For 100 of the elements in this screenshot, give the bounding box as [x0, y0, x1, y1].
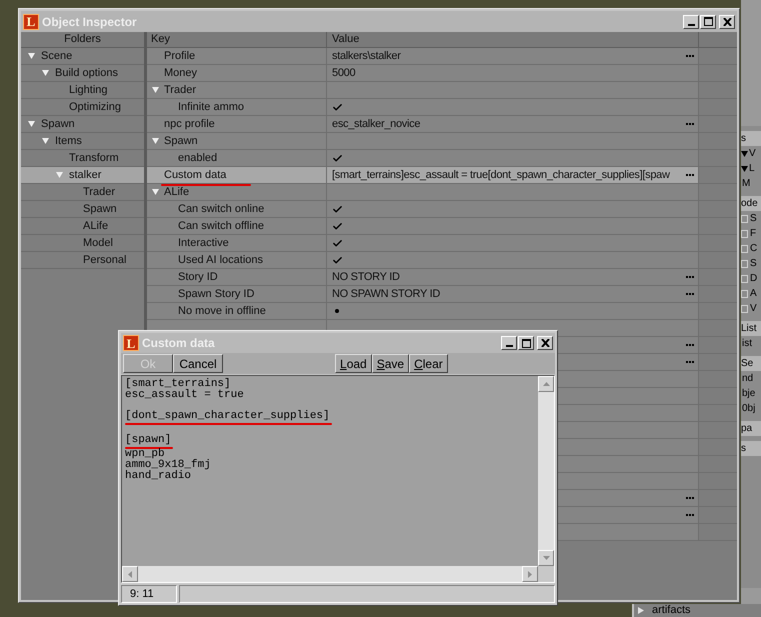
property-key: Trader	[164, 84, 196, 96]
dot-icon[interactable]	[335, 309, 339, 313]
scroll-left-button[interactable]	[122, 566, 138, 582]
window-title: Object Inspector	[42, 14, 137, 30]
property-row[interactable]: Can switch online	[147, 201, 737, 218]
panel-header[interactable]: ode	[741, 196, 761, 211]
property-row[interactable]: Used AI locations	[147, 252, 737, 269]
property-row[interactable]: Interactive	[147, 235, 737, 252]
property-value: [smart_terrains]esc_assault = true[dont_spawn_character_supplies][spaw	[332, 168, 671, 183]
column-header[interactable]: Key	[147, 32, 327, 47]
checkbox-label: S	[750, 212, 757, 226]
panel-header[interactable]: s	[741, 441, 761, 456]
property-row[interactable]: Spawn	[147, 133, 737, 150]
scroll-down-button[interactable]	[538, 550, 554, 566]
property-row[interactable]: Custom data [smart_terrains]esc_assault = true[dont_spawn_character_supplies][spaw	[147, 167, 737, 184]
triangle-down-icon[interactable]	[28, 121, 35, 127]
close-button[interactable]	[537, 336, 553, 350]
checkbox-label: V	[750, 302, 757, 316]
triangle-up-icon	[542, 382, 550, 386]
property-value: esc_stalker_novice	[332, 116, 422, 132]
panel-text: nd	[741, 372, 754, 386]
property-row[interactable]: ALife	[147, 184, 737, 201]
checkmark-icon[interactable]	[332, 152, 343, 164]
checkmark-icon[interactable]	[332, 220, 343, 232]
tree-item[interactable]: artifacts	[652, 605, 691, 616]
property-row[interactable]: Infinite ammo	[147, 99, 737, 116]
column-header[interactable]: Folders	[21, 32, 144, 48]
property-key: Spawn Story ID	[178, 288, 254, 300]
checkbox-label: S	[750, 257, 757, 271]
triangle-down-icon[interactable]	[42, 138, 49, 144]
property-row[interactable]: enabled	[147, 150, 737, 167]
property-key: Story ID	[178, 270, 218, 283]
property-value: 5000	[332, 66, 356, 81]
triangle-down-icon[interactable]	[741, 150, 748, 156]
checkbox[interactable]	[741, 244, 748, 252]
checkbox[interactable]	[741, 230, 748, 238]
triangle-down-icon[interactable]	[28, 53, 35, 59]
scroll-right-button[interactable]	[522, 566, 538, 582]
panel-text: bje	[741, 387, 756, 401]
text-editor[interactable]: [smart_terrains] esc_assault = true [dont_spawn_character_supplies] [spawn] wpn_pb ammo_9x18_fmj hand_radio	[122, 376, 538, 566]
close-icon	[540, 339, 550, 347]
dialog-button[interactable]: Load	[335, 354, 372, 373]
property-key: enabled	[178, 152, 218, 164]
checkmark-icon[interactable]	[332, 204, 343, 214]
code-line: ammo_9x18_fmj	[125, 460, 211, 471]
checkmark-icon[interactable]	[332, 238, 343, 248]
dialog-button[interactable]: Save	[372, 354, 410, 373]
triangle-down-icon[interactable]	[741, 166, 748, 172]
panel-text: ist	[741, 337, 753, 351]
close-button[interactable]	[719, 14, 735, 28]
panel-text: 0bj	[741, 402, 756, 416]
maximize-icon	[522, 338, 530, 348]
checkbox[interactable]	[741, 260, 748, 268]
checkmark-icon[interactable]	[332, 102, 343, 112]
panel-header[interactable]: Se	[741, 356, 761, 371]
property-row[interactable]: Profile stalkers\stalker	[147, 48, 737, 65]
property-row[interactable]: Money 5000	[147, 65, 737, 82]
minimize-button[interactable]	[501, 336, 517, 350]
minimize-button[interactable]	[683, 14, 699, 28]
property-row[interactable]: Trader	[147, 82, 737, 99]
tree-item[interactable]: V	[749, 146, 756, 161]
vertical-scrollbar[interactable]	[538, 376, 554, 566]
scroll-up-button[interactable]	[538, 376, 554, 392]
maximize-icon	[704, 17, 712, 26]
dialog-button[interactable]: Cancel	[173, 354, 223, 373]
property-row[interactable]: Spawn Story ID NO SPAWN STORY ID	[147, 286, 737, 303]
maximize-button[interactable]	[700, 14, 716, 28]
triangle-down-icon	[542, 556, 550, 560]
folder-item[interactable]: stalker	[21, 167, 144, 184]
checkbox[interactable]	[741, 304, 748, 312]
triangle-down-icon[interactable]	[152, 138, 159, 144]
property-row[interactable]: npc profile esc_stalker_novice	[147, 116, 737, 133]
panel-header[interactable]: s	[741, 131, 761, 146]
triangle-down-icon[interactable]	[42, 70, 49, 76]
triangle-down-icon[interactable]	[152, 189, 159, 195]
triangle-down-icon[interactable]	[152, 87, 159, 93]
property-row[interactable]: Story ID NO STORY ID	[147, 269, 737, 286]
property-row[interactable]: Can switch offline	[147, 218, 737, 235]
panel-header[interactable]: pa	[741, 421, 761, 436]
maximize-button[interactable]	[518, 336, 534, 350]
triangle-right-icon[interactable]	[638, 607, 644, 614]
app-logo: L	[123, 335, 139, 351]
property-key: Can switch offline	[178, 220, 264, 232]
property-key: npc profile	[164, 118, 215, 130]
dialog-button[interactable]: Clear	[409, 354, 448, 373]
property-value: stalkers\stalker	[332, 48, 402, 64]
property-row[interactable]: No move in offline	[147, 303, 737, 320]
checkbox[interactable]	[741, 214, 748, 222]
column-header[interactable]: Value	[327, 32, 699, 47]
panel-header[interactable]: List	[741, 321, 761, 336]
ellipsis-icon	[686, 276, 694, 278]
checkbox[interactable]	[741, 274, 748, 282]
property-key: Infinite ammo	[178, 100, 244, 113]
tree-item[interactable]: L	[749, 161, 755, 176]
property-key: Spawn	[164, 134, 198, 147]
checkmark-icon[interactable]	[332, 254, 343, 266]
code-line: hand_radio	[125, 471, 192, 482]
code-line: [spawn]	[125, 435, 172, 446]
checkbox[interactable]	[741, 290, 748, 298]
horizontal-scrollbar[interactable]	[122, 566, 538, 582]
